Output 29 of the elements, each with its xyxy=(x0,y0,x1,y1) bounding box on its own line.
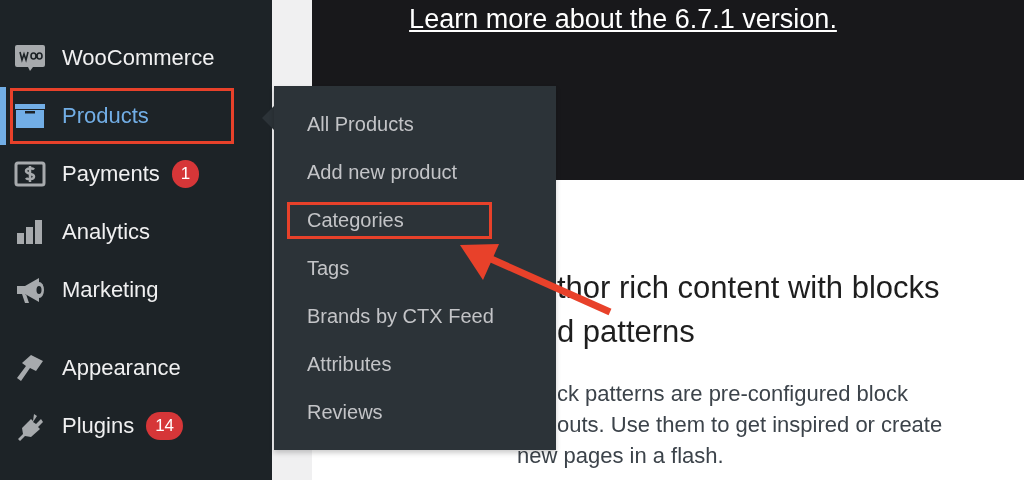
sidebar-item[interactable]: Marketing xyxy=(0,261,272,319)
body-text: new pages in a flash. xyxy=(517,442,725,470)
sidebar-label: Marketing xyxy=(62,277,159,303)
sidebar-label: Products xyxy=(62,103,149,129)
submenu-item[interactable]: Attributes xyxy=(274,346,556,394)
sidebar-label: WooCommerce xyxy=(62,45,215,71)
learn-more-link[interactable]: Learn more about the 6.7.1 version. xyxy=(409,4,837,38)
sidebar-label: Plugins xyxy=(62,413,135,439)
body-text: outs. Use them to get inspired or create xyxy=(556,411,944,439)
submenu-item[interactable]: Brands by CTX Feed xyxy=(274,298,556,346)
submenu-item[interactable]: Tags xyxy=(274,250,556,298)
sidebar-item[interactable]: Payments 1 xyxy=(0,145,272,203)
paintbrush-icon xyxy=(14,352,46,384)
body-text: ck patterns are pre-configured block xyxy=(556,380,909,408)
submenu-item[interactable]: Add new product xyxy=(274,154,556,202)
sidebar-item[interactable]: WooCommerce xyxy=(0,29,272,87)
count-badge: 14 xyxy=(146,412,184,440)
submenu-item[interactable]: All Products xyxy=(274,106,556,154)
sidebar-label: Payments xyxy=(62,161,160,187)
submenu-item[interactable]: Reviews xyxy=(274,394,556,442)
sidebar-item[interactable]: Appearance xyxy=(0,339,272,397)
sidebar-item[interactable]: Analytics xyxy=(0,203,272,261)
submenu-item[interactable]: Categories xyxy=(274,202,556,250)
count-badge: 1 xyxy=(171,160,200,188)
sidebar-label: Appearance xyxy=(62,355,181,381)
sidebar-label: Analytics xyxy=(62,219,151,245)
heading-text: d patterns xyxy=(556,313,696,351)
sidebar-item[interactable]: Plugins 14 xyxy=(0,397,272,455)
sidebar-item[interactable]: Products xyxy=(0,87,272,145)
